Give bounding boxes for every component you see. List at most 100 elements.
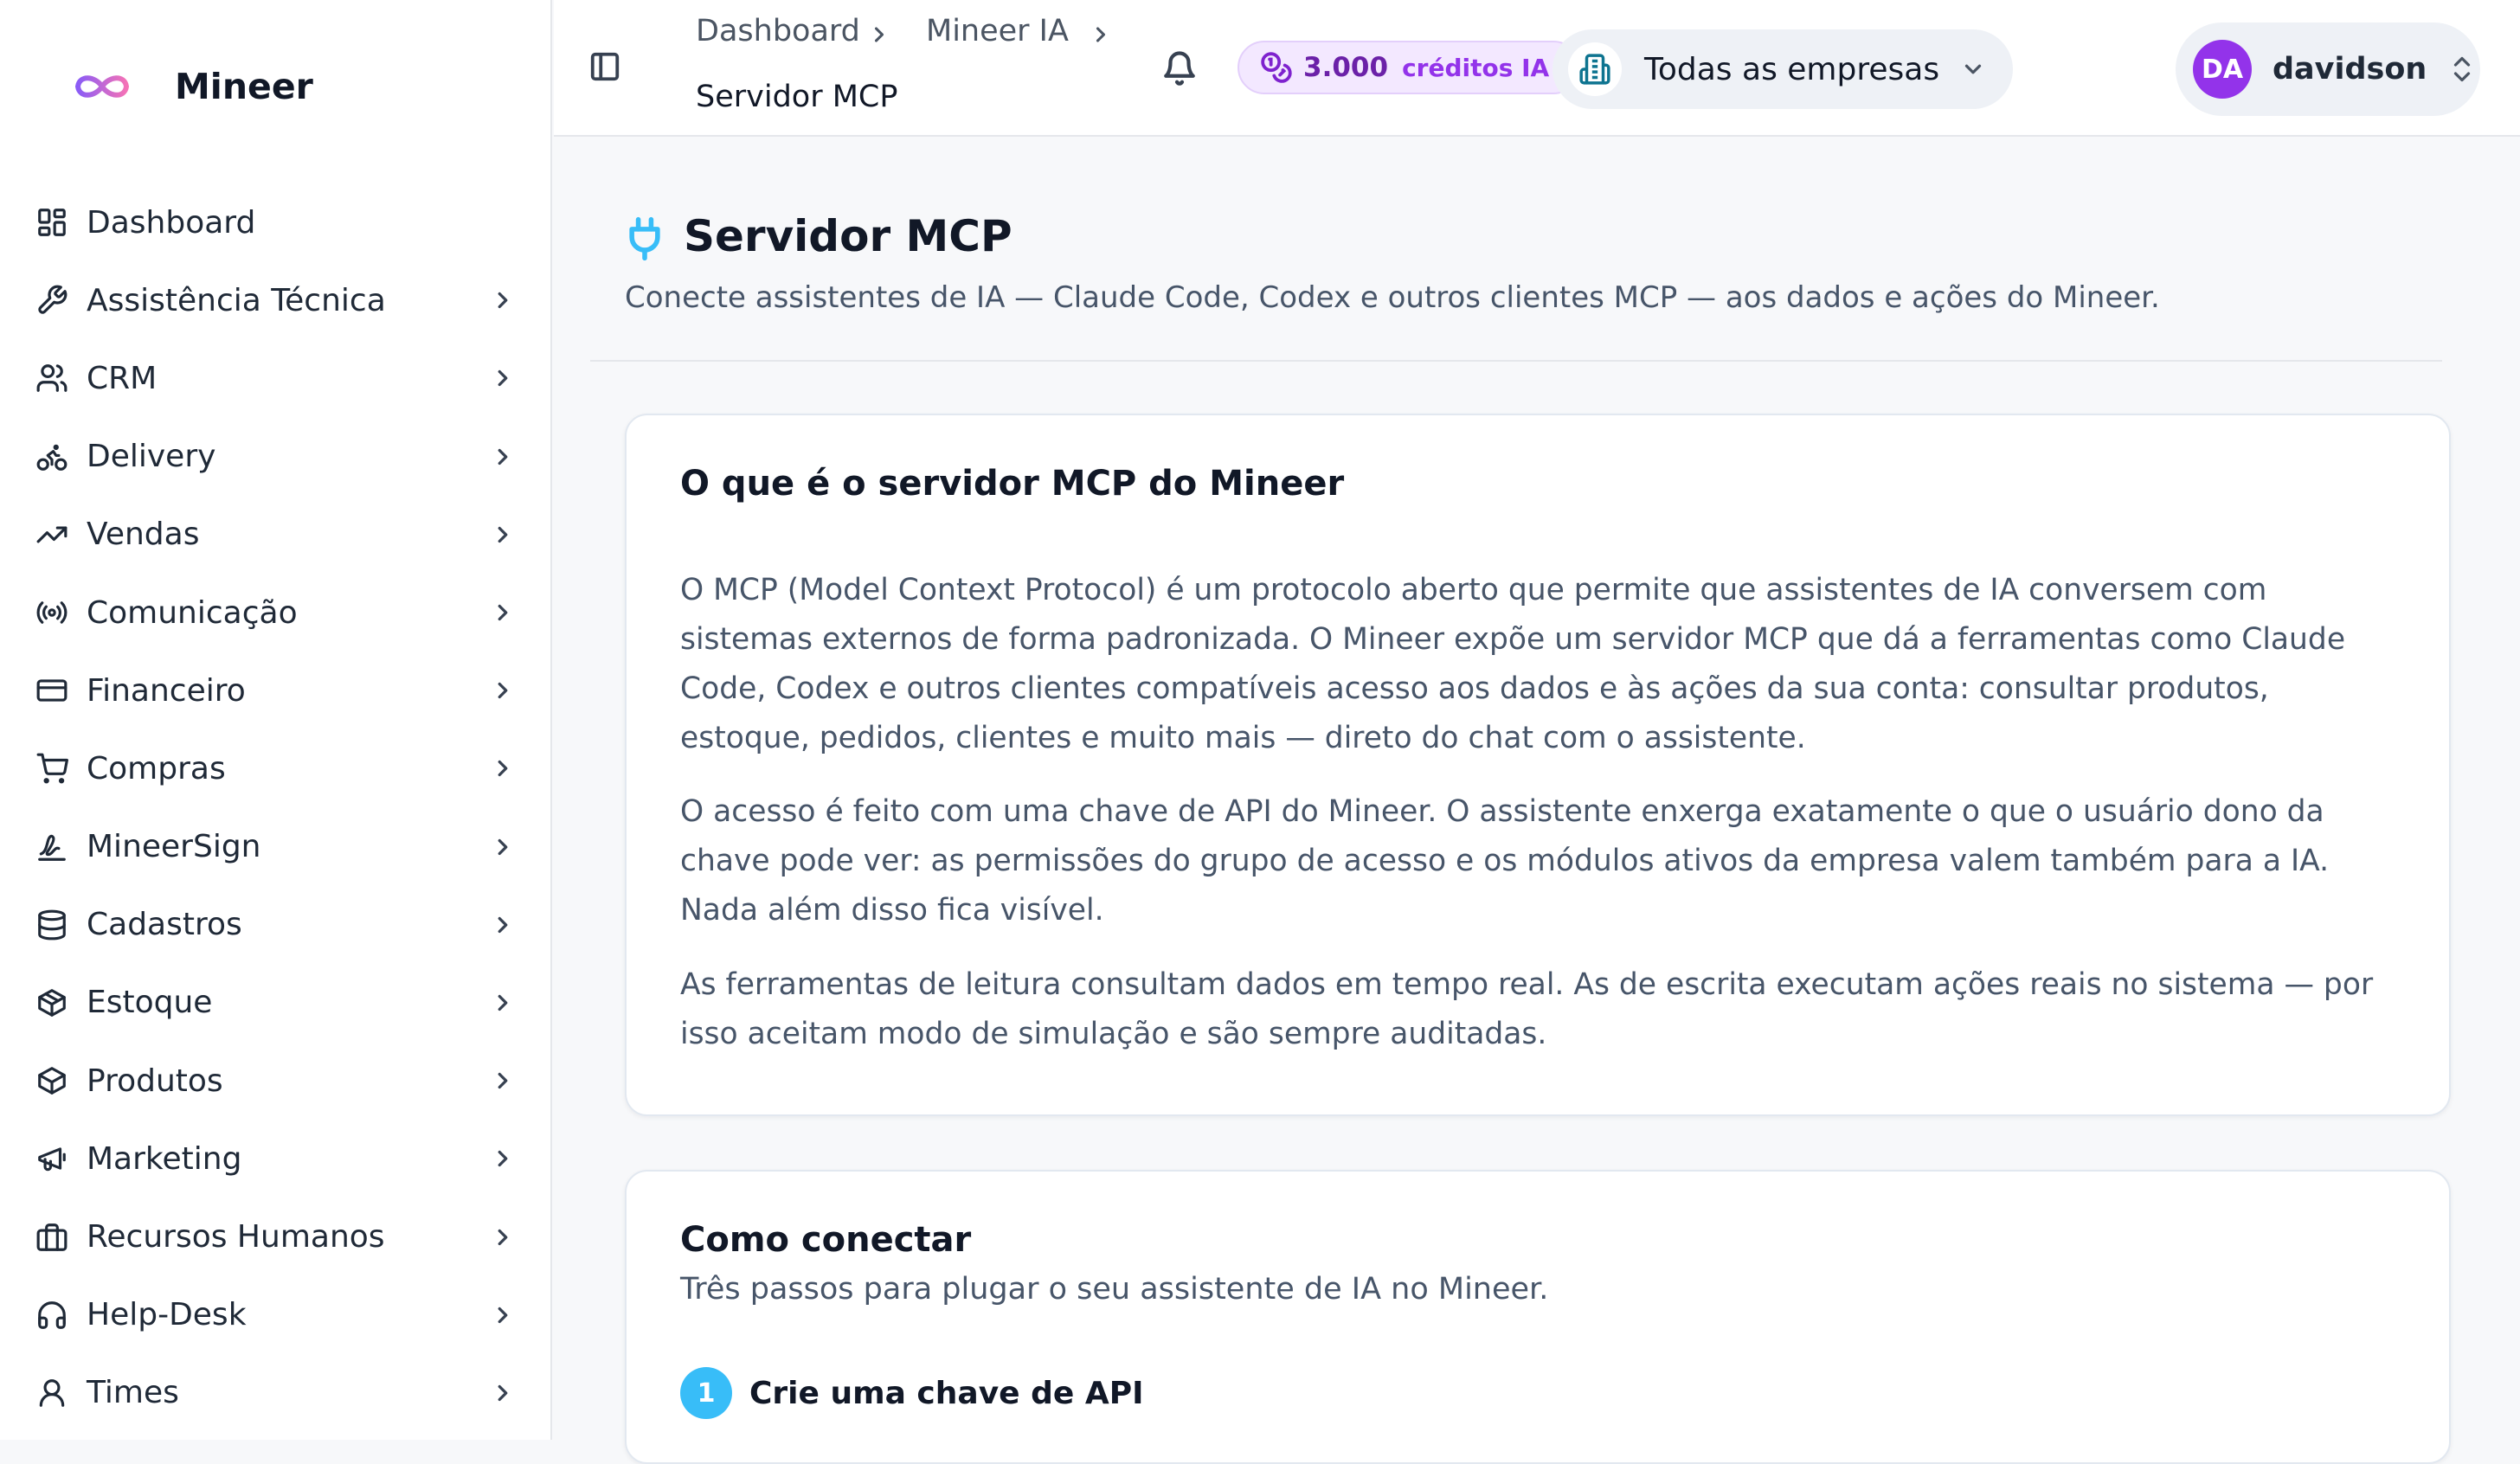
sidebar-item-crm[interactable]: CRM bbox=[0, 339, 552, 417]
sidebar-item-delivery[interactable]: Delivery bbox=[0, 418, 552, 496]
chevron-right-icon bbox=[490, 677, 516, 703]
chevron-right-icon bbox=[490, 365, 516, 391]
page-title: Servidor MCP bbox=[684, 211, 1012, 261]
chevron-right-icon bbox=[490, 600, 516, 626]
card-paragraph: O acesso é feito com uma chave de API do… bbox=[680, 794, 2330, 928]
sidebar-item-label: CRM bbox=[87, 360, 158, 396]
wrench-icon bbox=[35, 283, 69, 318]
how-to-connect-card: Como conectar Três passos para plugar o … bbox=[625, 1170, 2451, 1464]
chevron-right-icon bbox=[490, 1068, 516, 1094]
card-subtitle: Três passos para plugar o seu assistente… bbox=[680, 1272, 1549, 1307]
coins-icon bbox=[1260, 51, 1293, 84]
chevrons-up-down-icon bbox=[2449, 52, 2475, 87]
signature-icon bbox=[35, 830, 69, 864]
card-title: Como conectar bbox=[680, 1220, 972, 1260]
radio-icon bbox=[35, 595, 69, 630]
sidebar-item-vendas[interactable]: Vendas bbox=[0, 496, 552, 574]
sidebar-item-label: Help-Desk bbox=[87, 1297, 247, 1333]
sidebar-item-label: Dashboard bbox=[87, 204, 256, 241]
company-selector-label: Todas as empresas bbox=[1644, 51, 1940, 87]
ai-credits-badge[interactable]: 3.000 créditos IA bbox=[1238, 41, 1580, 94]
what-is-card: O que é o servidor MCP do Mineer O MCP (… bbox=[625, 414, 2451, 1116]
shopping-cart-icon bbox=[35, 751, 69, 786]
sidebar-item-assistencia-tecnica[interactable]: Assistência Técnica bbox=[0, 261, 552, 339]
chevron-right-icon bbox=[490, 522, 516, 548]
chevron-right-icon bbox=[867, 22, 891, 47]
box-icon bbox=[35, 1063, 69, 1098]
sidebar-item-mineersign[interactable]: MineerSign bbox=[0, 808, 552, 886]
briefcase-icon bbox=[35, 1220, 69, 1255]
user-name: davidson bbox=[2272, 52, 2427, 87]
sidebar-item-marketing[interactable]: Marketing bbox=[0, 1120, 552, 1198]
sidebar-item-label: Assistência Técnica bbox=[87, 282, 386, 318]
brand[interactable]: Mineer bbox=[69, 61, 313, 112]
megaphone-icon bbox=[35, 1141, 69, 1176]
page-subtitle: Conecte assistentes de IA — Claude Code,… bbox=[625, 280, 2160, 315]
sidebar-item-label: Vendas bbox=[87, 517, 200, 553]
chevron-right-icon bbox=[490, 1146, 516, 1172]
chevron-right-icon bbox=[490, 755, 516, 781]
sidebar-item-label: Financeiro bbox=[87, 672, 246, 709]
dashboard-icon bbox=[35, 205, 69, 240]
credits-label: créditos IA bbox=[1402, 53, 1550, 82]
plug-icon bbox=[625, 216, 665, 261]
card-paragraph: As ferramentas de leitura consultam dado… bbox=[680, 967, 2374, 1051]
avatar: DA bbox=[2193, 40, 2252, 99]
breadcrumb-dashboard[interactable]: Dashboard bbox=[696, 14, 860, 48]
chevron-right-icon bbox=[490, 990, 516, 1016]
chevron-right-icon bbox=[490, 1224, 516, 1250]
bike-icon bbox=[35, 440, 69, 474]
step-number: 1 bbox=[680, 1367, 732, 1419]
credits-amount: 3.000 bbox=[1303, 52, 1389, 83]
sidebar-item-label: Delivery bbox=[87, 439, 216, 475]
sidebar-item-label: Times bbox=[87, 1375, 179, 1411]
headphones-icon bbox=[35, 1298, 69, 1332]
sidebar-item-times[interactable]: Times bbox=[0, 1354, 552, 1432]
sidebar-item-label: Recursos Humanos bbox=[87, 1219, 385, 1255]
building-icon bbox=[1568, 42, 1622, 96]
chevron-down-icon bbox=[1960, 56, 1986, 82]
brand-name: Mineer bbox=[175, 66, 313, 107]
credit-card-icon bbox=[35, 673, 69, 708]
sidebar-item-recursos-humanos[interactable]: Recursos Humanos bbox=[0, 1198, 552, 1275]
chevron-right-icon bbox=[490, 1380, 516, 1406]
sidebar-item-label: Compras bbox=[87, 750, 226, 787]
step-title: Crie uma chave de API bbox=[749, 1375, 1144, 1411]
top-header: Dashboard Mineer IA Servidor MCP 3.000 c… bbox=[554, 0, 2520, 137]
user-icon bbox=[35, 1376, 69, 1410]
chevron-right-icon bbox=[490, 444, 516, 470]
sidebar-item-dashboard[interactable]: Dashboard bbox=[0, 183, 552, 261]
sidebar: Mineer Dashboard Assistência Técnica CRM… bbox=[0, 0, 552, 1440]
chevron-right-icon bbox=[490, 834, 516, 860]
sidebar-item-financeiro[interactable]: Financeiro bbox=[0, 652, 552, 729]
step-item: 1 Crie uma chave de API bbox=[680, 1367, 1143, 1419]
sidebar-item-estoque[interactable]: Estoque bbox=[0, 964, 552, 1042]
page-header: Servidor MCP Conecte assistentes de IA —… bbox=[590, 173, 2442, 362]
breadcrumb-mineer-ia[interactable]: Mineer IA bbox=[926, 14, 1069, 48]
sidebar-nav: Dashboard Assistência Técnica CRM Delive… bbox=[0, 183, 552, 1432]
sidebar-item-label: Estoque bbox=[87, 985, 213, 1021]
infinity-logo-icon bbox=[69, 69, 135, 104]
bell-icon[interactable] bbox=[1161, 50, 1199, 88]
card-title: O que é o servidor MCP do Mineer bbox=[680, 464, 1345, 504]
sidebar-item-label: Produtos bbox=[87, 1063, 223, 1099]
trending-up-icon bbox=[35, 517, 69, 552]
sidebar-item-cadastros[interactable]: Cadastros bbox=[0, 886, 552, 964]
sidebar-item-help-desk[interactable]: Help-Desk bbox=[0, 1276, 552, 1354]
chevron-right-icon bbox=[490, 287, 516, 313]
database-icon bbox=[35, 908, 69, 942]
sidebar-item-label: Marketing bbox=[87, 1140, 242, 1177]
sidebar-item-compras[interactable]: Compras bbox=[0, 729, 552, 807]
package-icon bbox=[35, 986, 69, 1020]
user-menu[interactable]: DA davidson bbox=[2176, 22, 2480, 116]
chevron-right-icon bbox=[1089, 22, 1113, 47]
sidebar-item-label: Cadastros bbox=[87, 907, 242, 943]
sidebar-item-comunicacao[interactable]: Comunicação bbox=[0, 574, 552, 652]
company-selector[interactable]: Todas as empresas bbox=[1552, 29, 2013, 109]
sidebar-item-label: Comunicação bbox=[87, 594, 298, 631]
chevron-right-icon bbox=[490, 912, 516, 938]
chevron-right-icon bbox=[490, 1302, 516, 1328]
sidebar-item-produtos[interactable]: Produtos bbox=[0, 1042, 552, 1120]
card-paragraph: O MCP (Model Context Protocol) é um prot… bbox=[680, 573, 2346, 755]
sidebar-toggle-icon[interactable] bbox=[588, 50, 623, 85]
